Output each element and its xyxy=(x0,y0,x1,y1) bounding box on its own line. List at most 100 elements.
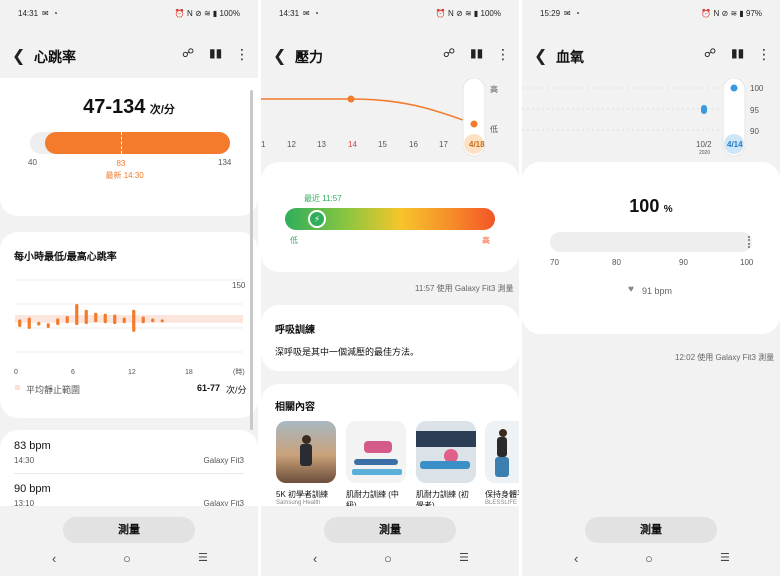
record-device: Galaxy Fit3 xyxy=(203,456,244,465)
latest-time-label: 最新 14:30 xyxy=(105,171,144,180)
chart-icon[interactable]: ▮▮ xyxy=(470,46,483,60)
nav-home-icon[interactable]: ○ xyxy=(384,551,392,566)
hourly-bar xyxy=(37,321,41,326)
scale-label: 100 xyxy=(740,258,754,267)
bar-min-label: 40 xyxy=(28,158,37,167)
history-date: 10/2 xyxy=(696,140,712,149)
hourly-bar xyxy=(141,316,145,324)
stress-gradient-bar: ⚡ xyxy=(285,208,495,230)
nav-recents-icon[interactable]: ☰ xyxy=(459,551,469,564)
heart-icon: ♥ xyxy=(628,284,634,295)
status-time: 14:31 xyxy=(18,9,39,18)
x-tick: 13 xyxy=(317,140,326,149)
share-icon[interactable]: ☍ xyxy=(182,46,194,60)
date-badge: 4/18 xyxy=(469,140,485,149)
related-thumb-strength-mid[interactable] xyxy=(346,421,406,483)
hourly-bar xyxy=(122,317,126,324)
hourly-bar xyxy=(46,323,50,328)
heart-latest-marker xyxy=(121,132,123,154)
level-high: 高 xyxy=(490,85,498,94)
app-header: ❮ 血氧 ☍ ▮▮ ⋮ xyxy=(522,40,780,70)
status-time: 15:29 xyxy=(540,9,561,18)
measured-note: 11:57 使用 Galaxy Fit3 測量 xyxy=(415,284,514,293)
nav-home-icon[interactable]: ○ xyxy=(645,551,653,566)
measure-button[interactable]: 測量 xyxy=(63,517,195,543)
hourly-bar xyxy=(75,304,79,326)
record-row[interactable]: 83 bpm 14:30 Galaxy Fit3 xyxy=(14,440,244,474)
spo2-scale-marker xyxy=(748,236,750,248)
level-low: 低 xyxy=(490,125,498,134)
system-nav-bar: ‹ ○ ☰ xyxy=(522,544,780,576)
related-thumb-running[interactable] xyxy=(276,421,336,483)
hourly-x-tick: 18 xyxy=(185,369,193,376)
scrollbar[interactable] xyxy=(250,90,253,430)
gradient-high-label: 高 xyxy=(482,236,490,245)
status-bar: 14:31 ✉ ◔ ⏰ N ⊘ ≋ ▮ 100% xyxy=(0,0,258,26)
x-tick: 12 xyxy=(287,140,296,149)
more-options-icon[interactable]: ⋮ xyxy=(496,46,510,63)
nav-recents-icon[interactable]: ☰ xyxy=(198,551,208,564)
scale-label: 80 xyxy=(612,258,621,267)
measured-note: 12:02 使用 Galaxy Fit3 測量 xyxy=(675,353,775,362)
app-header: ❮ 心跳率 ☍ ▮▮ ⋮ xyxy=(0,40,258,70)
gradient-low-label: 低 xyxy=(290,236,298,245)
breath-title: 呼吸訓練 xyxy=(275,325,315,336)
stress-level-card: 最近 11:57 ⚡ 低 高 xyxy=(261,162,519,272)
spo2-value: 100 xyxy=(629,196,660,216)
breath-description: 深呼吸是其中一個減壓的最佳方法。 xyxy=(275,347,420,357)
latest-label: 最近 11:57 xyxy=(304,194,342,203)
nav-back-icon[interactable]: ‹ xyxy=(574,551,578,566)
hourly-bar xyxy=(84,309,88,325)
spo2-card: 100 % 70 80 90 100 ♥ 91 bpm xyxy=(522,162,780,334)
more-options-icon[interactable]: ⋮ xyxy=(757,46,771,63)
back-arrow-icon[interactable]: ❮ xyxy=(12,46,25,66)
x-tick: 1 xyxy=(261,140,266,149)
nav-recents-icon[interactable]: ☰ xyxy=(720,551,730,564)
related-thumb-strength-beginner[interactable] xyxy=(416,421,476,483)
resting-unit: 次/分 xyxy=(226,385,247,395)
hourly-ymax: 150 xyxy=(232,281,246,290)
history-year: 2020 xyxy=(699,150,711,156)
page-title: 心跳率 xyxy=(34,49,76,65)
stress-point xyxy=(347,95,355,103)
hourly-bar xyxy=(65,316,69,324)
x-tick: 16 xyxy=(409,140,418,149)
back-arrow-icon[interactable]: ❮ xyxy=(534,46,547,66)
stress-screen: 14:31 ✉ ◔ ⏰ N ⊘ ≋ ▮ 100% ❮ 壓力 ☍ ▮▮ ⋮ 4/1… xyxy=(261,0,519,576)
breath-card[interactable]: 呼吸訓練 深呼吸是其中一個減壓的最佳方法。 xyxy=(261,305,519,371)
resting-value: 61-77 xyxy=(197,383,221,393)
hourly-bar xyxy=(18,319,22,328)
date-badge: 4/14 xyxy=(727,140,743,149)
nav-home-icon[interactable]: ○ xyxy=(123,551,131,566)
nav-back-icon[interactable]: ‹ xyxy=(52,551,56,566)
related-label: 保持身體平 xyxy=(485,490,519,499)
nav-back-icon[interactable]: ‹ xyxy=(313,551,317,566)
page-title: 壓力 xyxy=(295,49,323,65)
chart-icon[interactable]: ▮▮ xyxy=(209,46,222,60)
back-arrow-icon[interactable]: ❮ xyxy=(273,46,286,66)
hourly-bar xyxy=(151,318,155,323)
more-options-icon[interactable]: ⋮ xyxy=(235,46,249,63)
resting-band xyxy=(15,315,243,323)
hourly-bar xyxy=(27,317,31,329)
related-label: 5K 初學者訓練 xyxy=(276,490,329,499)
x-tick: 15 xyxy=(378,140,387,149)
heart-range-bar xyxy=(30,132,230,154)
chart-icon[interactable]: ▮▮ xyxy=(731,46,744,60)
stress-x-axis: 1 12 13 14 15 16 17 xyxy=(261,140,461,150)
y-tick: 95 xyxy=(750,106,759,115)
measure-button[interactable]: 測量 xyxy=(324,517,456,543)
scale-label: 90 xyxy=(679,258,688,267)
measure-button[interactable]: 測量 xyxy=(585,517,717,543)
system-nav-bar: ‹ ○ ☰ xyxy=(0,544,258,576)
spo2-heart-bpm: 91 bpm xyxy=(642,286,673,296)
share-icon[interactable]: ☍ xyxy=(443,46,455,60)
hourly-bar xyxy=(56,318,60,326)
status-left-icons: ✉ ◔ xyxy=(303,9,320,18)
share-icon[interactable]: ☍ xyxy=(704,46,716,60)
hourly-chart: 0 6 12 18 (時) xyxy=(14,279,245,376)
related-thumb-balance[interactable] xyxy=(485,421,519,483)
resting-label: 平均靜止範圍 xyxy=(26,385,81,395)
stress-current-point xyxy=(470,120,478,128)
status-bar: 15:29 ✉ ◔ ⏰ N ⊘ ≋ ▮ 97% xyxy=(522,0,780,26)
